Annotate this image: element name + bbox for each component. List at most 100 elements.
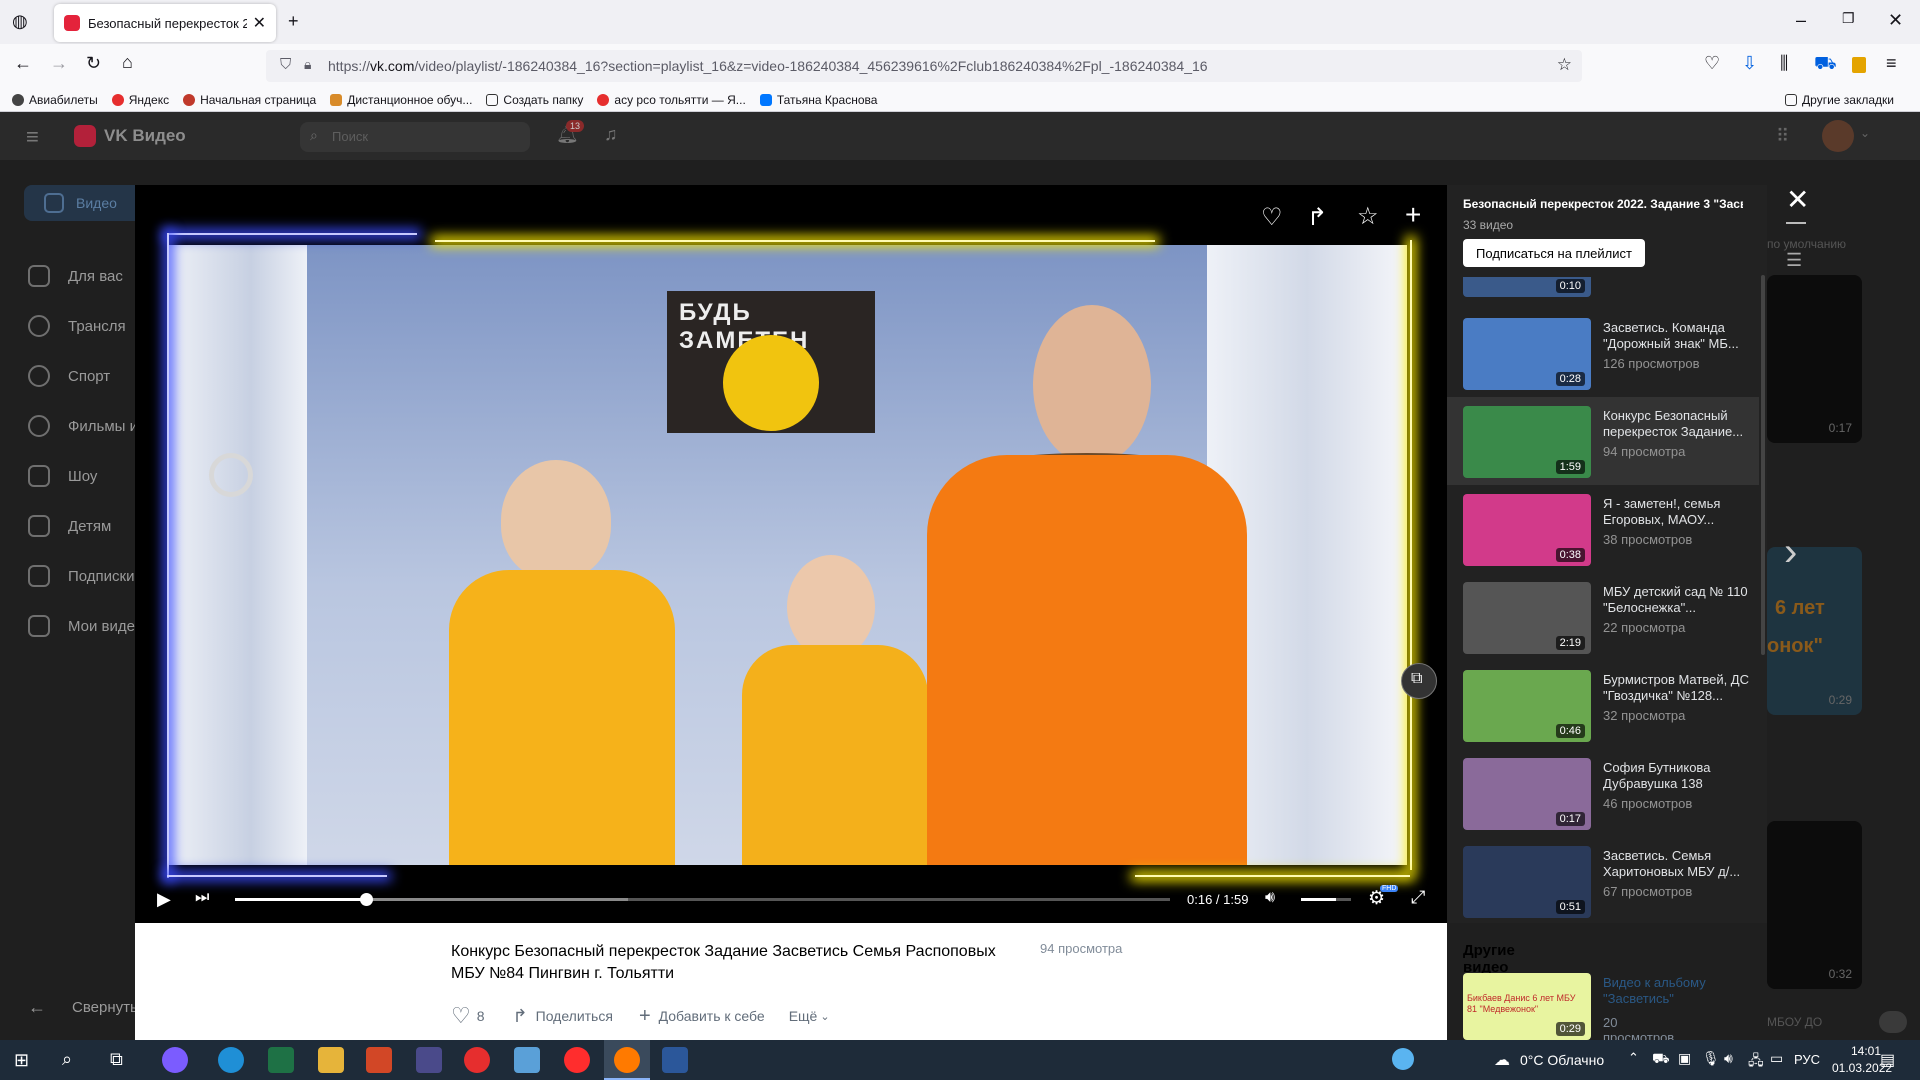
edge-icon[interactable] (218, 1047, 244, 1073)
alice-icon[interactable] (162, 1047, 188, 1073)
like-button[interactable]: ♡ 8 (451, 1003, 485, 1029)
progress-handle[interactable] (359, 893, 373, 906)
notifications-icon[interactable]: ▤ (1880, 1050, 1895, 1070)
more-button[interactable]: Ещё ⌄ (789, 1008, 830, 1024)
sidebar-item-my-videos[interactable]: Мои виде (28, 611, 135, 641)
back-icon[interactable]: ← (14, 53, 32, 74)
share-icon[interactable]: ↱ (1307, 203, 1327, 232)
calculator-icon[interactable] (416, 1047, 442, 1073)
music-icon[interactable]: ♫ (604, 124, 618, 145)
playlist-item-thumb[interactable]: 0:38 (1463, 494, 1591, 566)
sort-label[interactable]: по умолчанию (1767, 237, 1846, 251)
playlist-item-title[interactable]: Засветись. Команда "Дорожный знак" МБ... (1603, 320, 1753, 352)
list-icon[interactable]: ☰ (1786, 250, 1802, 271)
other-video-thumb[interactable]: Бикбаев Данис 6 лет МБУ 81 "Медвежонок" … (1463, 973, 1591, 1040)
sidebar-item-films[interactable]: Фильмы и (28, 411, 138, 441)
speaker-icon[interactable]: 🔊︎ (1724, 1050, 1733, 1067)
shield-icon[interactable]: ⛉ (280, 56, 291, 73)
playlist-item[interactable]: 0:38 Я - заметен!, семья Егоровых, МАОУ..… (1463, 494, 1753, 570)
brand-name[interactable]: VK Видео (104, 126, 186, 146)
weather-text[interactable]: 0°C Облачно (1520, 1052, 1604, 1068)
playlist-item-title[interactable]: МБУ детский сад № 110 "Белоснежка"... (1603, 584, 1753, 616)
browser-tab-active[interactable]: Безопасный перекресток 2022 ✕ (54, 4, 276, 42)
playlist-item[interactable]: 1:59 Конкурс Безопасный перекресток Задан… (1463, 406, 1753, 482)
language-indicator[interactable]: РУС (1794, 1052, 1820, 1067)
playlist-item[interactable]: 2:19 МБУ детский сад № 110 "Белоснежка"..… (1463, 582, 1753, 658)
playlist-item-title[interactable]: Бурмистров Матвей, ДС "Гвоздичка" №128..… (1603, 672, 1753, 704)
chat-icon[interactable] (1879, 1011, 1907, 1033)
network-icon[interactable]: 🖧 (1748, 1050, 1764, 1074)
file-explorer-icon[interactable] (318, 1047, 344, 1073)
new-tab-icon[interactable]: + (288, 11, 299, 32)
bookmark-distance-learning[interactable]: Дистанционное обуч... (330, 93, 472, 107)
powerpoint-icon[interactable] (366, 1047, 392, 1073)
subscribe-playlist-button[interactable]: Подписаться на плейлист (1463, 239, 1645, 267)
excel-icon[interactable] (268, 1047, 294, 1073)
playlist-item-thumb-partial[interactable]: 0:10 (1463, 277, 1591, 297)
cart-extension-icon[interactable]: ⛟ (1814, 53, 1837, 77)
sidebar-item-for-you[interactable]: Для вас (28, 261, 123, 291)
bookmark-tatyana[interactable]: Татьяна Краснова (759, 93, 877, 107)
add-plus-icon[interactable]: + (1405, 199, 1421, 231)
volume-icon[interactable]: 🔊︎ (1265, 889, 1275, 907)
menu-icon[interactable]: ≡ (1886, 53, 1897, 74)
yandex-icon[interactable] (464, 1047, 490, 1073)
sidebar-collapse[interactable]: ← Свернуть (28, 992, 138, 1022)
background-video-card[interactable]: 0:17 (1767, 275, 1862, 443)
downloads-icon[interactable]: ⇩ (1742, 53, 1757, 74)
background-video-card[interactable]: 6 лет онок" 0:29 (1767, 547, 1862, 715)
library-icon[interactable]: ⫼ (1780, 53, 1788, 74)
bookmark-start-page[interactable]: Начальная страница (183, 93, 316, 107)
playlist-scrollbar[interactable] (1761, 275, 1765, 655)
playlist-item[interactable]: 0:51 Засветись. Семья Харитоновых МБУ д/.… (1463, 846, 1753, 922)
lock-icon[interactable]: 🔒︎ (304, 56, 311, 73)
app-icon[interactable] (514, 1047, 540, 1073)
help-icon[interactable] (1392, 1048, 1414, 1070)
search-icon[interactable]: ⌕ (62, 1049, 72, 1070)
playlist-item-thumb[interactable]: 0:28 (1463, 318, 1591, 390)
playlist-item-title[interactable]: Я - заметен!, семья Егоровых, МАОУ... (1603, 496, 1753, 528)
mini-player-button[interactable]: ⧉ (1401, 663, 1437, 699)
playlist-item-thumb[interactable]: 0:51 (1463, 846, 1591, 918)
next-icon[interactable]: ⏭︎ (195, 889, 209, 907)
tray-chevron-icon[interactable]: ⌃ (1628, 1050, 1639, 1066)
playlist-item[interactable]: 0:17 София Бутникова Дубравушка 138 46 про… (1463, 758, 1753, 834)
restore-icon[interactable]: ❐ (1842, 10, 1855, 27)
minimize-player-icon[interactable] (1786, 222, 1806, 224)
playlist-item-thumb[interactable]: 0:46 (1463, 670, 1591, 742)
background-video-card[interactable]: 0:32 (1767, 821, 1862, 989)
search-box[interactable]: ⌕ Поиск (300, 122, 530, 152)
extension-icon[interactable] (1852, 57, 1866, 73)
playlist-item[interactable]: 0:46 Бурмистров Матвей, ДС "Гвоздичка" №1… (1463, 670, 1753, 746)
bookmark-asu-rso[interactable]: асу рсо тольятти — Я... (597, 93, 746, 107)
bookmark-aviabilety[interactable]: Авиабилеты (12, 93, 98, 107)
task-view-icon[interactable]: ⧉ (110, 1049, 123, 1070)
windows-start-icon[interactable]: ⊞ (14, 1050, 29, 1071)
next-video-arrow-icon[interactable]: › (1784, 530, 1797, 575)
playlist-item-thumb[interactable]: 2:19 (1463, 582, 1591, 654)
vk-video-logo-icon[interactable] (74, 125, 96, 147)
tray-app-icon[interactable]: ⛟ (1652, 1050, 1670, 1069)
close-window-icon[interactable]: ✕ (1888, 10, 1903, 31)
favorite-star-icon[interactable]: ☆ (1357, 202, 1379, 231)
microphone-icon[interactable]: 🎙︎ (1702, 1050, 1720, 1067)
bookmark-star-icon[interactable]: ☆ (1557, 55, 1572, 75)
play-icon[interactable]: ▶ (157, 889, 171, 910)
apps-grid-icon[interactable]: ⠿ (1776, 126, 1789, 147)
other-video-title[interactable]: Видео к альбому "Засветись" (1603, 975, 1733, 1007)
battery-icon[interactable]: ▭ (1770, 1050, 1783, 1067)
avatar[interactable] (1822, 120, 1854, 152)
progress-track[interactable] (235, 893, 1170, 906)
hamburger-menu-icon[interactable]: ≡ (26, 124, 39, 150)
volume-slider[interactable] (1301, 898, 1351, 901)
minimize-icon[interactable]: – (1796, 10, 1806, 31)
pocket-icon[interactable]: ♡ (1704, 53, 1720, 74)
reload-icon[interactable]: ↻ (86, 53, 101, 74)
yandex-browser-icon[interactable] (564, 1047, 590, 1073)
add-to-self-button[interactable]: + Добавить к себе (639, 1005, 765, 1028)
playlist-item-title[interactable]: Конкурс Безопасный перекресток Задание..… (1603, 408, 1753, 440)
tray-device-icon[interactable]: ▣ (1678, 1050, 1691, 1067)
playlist-item-title[interactable]: София Бутникова Дубравушка 138 (1603, 760, 1753, 792)
playlist-item-thumb[interactable]: 1:59 (1463, 406, 1591, 478)
close-tab-icon[interactable]: ✕ (253, 13, 266, 33)
